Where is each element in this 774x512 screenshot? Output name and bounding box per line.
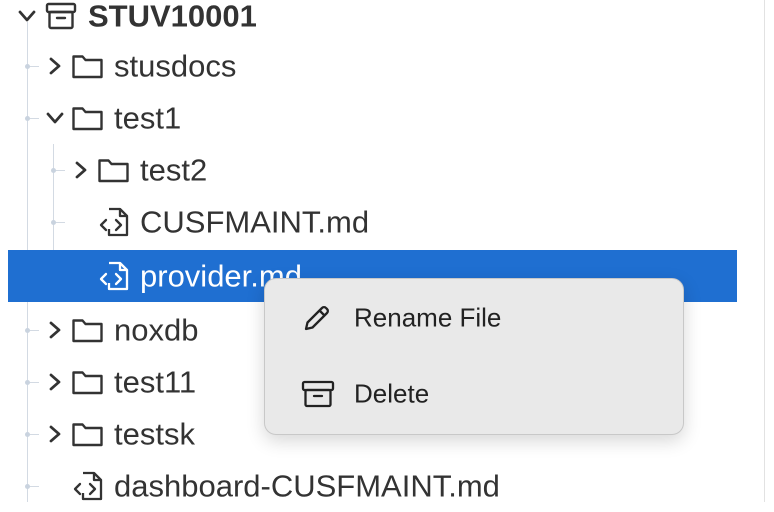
tree-item-label: test1 (114, 100, 182, 136)
folder-icon (72, 319, 103, 343)
pencil-icon (304, 306, 329, 331)
menu-item-label: Rename File (354, 302, 502, 333)
chevron-right-icon[interactable] (71, 160, 91, 180)
tree-item-cusfmaint-md[interactable]: CUSFMAINT.md (0, 196, 760, 248)
code-file-icon (99, 207, 129, 237)
delete-menu-item[interactable]: Delete (265, 363, 683, 425)
tree-item-test1[interactable]: test1 (0, 92, 760, 144)
rename-file-menu-item[interactable]: Rename File (265, 287, 683, 349)
archive-icon (45, 2, 77, 30)
chevron-right-icon[interactable] (45, 56, 65, 76)
tree-root-stuv10001[interactable]: STUV10001 (0, 0, 760, 42)
chevron-right-icon[interactable] (45, 424, 65, 444)
panel-divider (764, 0, 765, 502)
tree-item-label: noxdb (114, 312, 199, 348)
menu-item-label: Delete (354, 378, 430, 409)
tree-item-label: stusdocs (114, 48, 237, 84)
archive-icon (301, 380, 335, 408)
code-file-icon (73, 471, 103, 501)
tree-item-label: CUSFMAINT.md (140, 204, 370, 240)
tree-item-stusdocs[interactable]: stusdocs (0, 40, 760, 92)
tree-item-label: test2 (140, 152, 208, 188)
tree-root-label: STUV10001 (88, 0, 257, 34)
folder-icon (72, 107, 103, 131)
tree-item-test2[interactable]: test2 (0, 144, 760, 196)
tree-item-label: test11 (114, 364, 197, 400)
chevron-right-icon[interactable] (45, 320, 65, 340)
tree-item-dashboard-cusfmaint-md[interactable]: dashboard-CUSFMAINT.md (0, 460, 760, 512)
folder-icon (72, 423, 103, 447)
folder-icon (72, 371, 103, 395)
folder-icon (98, 159, 129, 183)
context-menu: Rename File Delete (264, 278, 684, 435)
tree-item-label: testsk (114, 416, 195, 452)
code-file-icon (99, 261, 129, 291)
chevron-right-icon[interactable] (45, 372, 65, 392)
folder-icon (72, 55, 103, 79)
chevron-down-icon[interactable] (45, 108, 65, 128)
tree-item-label: dashboard-CUSFMAINT.md (114, 468, 500, 504)
